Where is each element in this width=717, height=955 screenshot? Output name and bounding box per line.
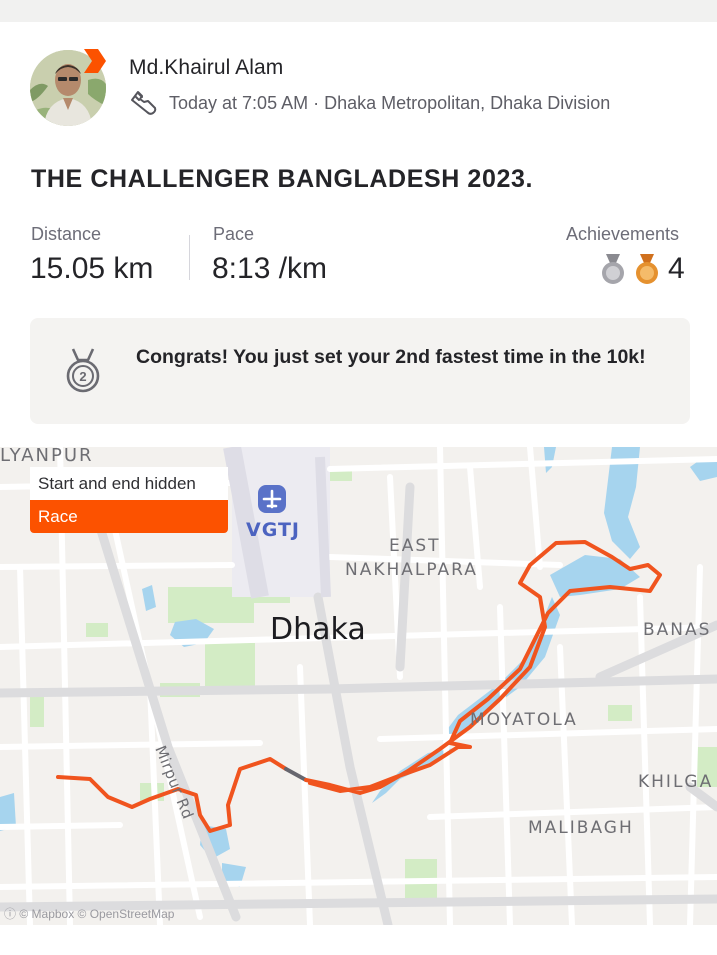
map-label-airport: VGTJ bbox=[246, 519, 300, 541]
pace-label: Pace bbox=[213, 224, 255, 244]
bronze-medal-icon bbox=[636, 254, 658, 284]
achievement-text: Congrats! You just set your 2nd fastest … bbox=[136, 346, 646, 368]
subscriber-badge-icon bbox=[84, 49, 106, 73]
map-label-dhaka: Dhaka bbox=[270, 612, 366, 647]
map-label-khilga: KHILGA bbox=[638, 772, 714, 792]
medal-number: 2 bbox=[79, 369, 86, 384]
map-label-east: EAST bbox=[389, 536, 441, 556]
bottom-strip bbox=[0, 925, 717, 955]
second-place-medal-icon: 2 bbox=[66, 348, 100, 393]
map-label-malibagh: MALIBAGH bbox=[528, 818, 634, 838]
map-attribution[interactable]: ⓘ © Mapbox © OpenStreetMap bbox=[4, 905, 174, 922]
map-label-nakhalpara: NAKHALPARA bbox=[345, 560, 478, 580]
start-end-hidden-chip: Start and end hidden bbox=[30, 467, 228, 500]
map-info-icon[interactable]: ⓘ bbox=[4, 907, 19, 921]
map-label-banas: BANAS bbox=[643, 620, 712, 640]
activity-title[interactable]: THE CHALLENGER BANGLADESH 2023. bbox=[31, 165, 533, 194]
running-shoe-icon bbox=[131, 91, 157, 115]
athlete-name[interactable]: Md.Khairul Alam bbox=[129, 56, 283, 80]
achievements-label: Achievements bbox=[566, 224, 680, 244]
activity-meta: Today at 7:05 AM · Dhaka Metropolitan, D… bbox=[169, 93, 611, 113]
map-label-moyatola: MOYATOLA bbox=[470, 710, 578, 730]
achievements-count: 4 bbox=[668, 252, 685, 285]
race-tag[interactable]: Race bbox=[30, 500, 228, 533]
distance-value: 15.05 km bbox=[30, 252, 154, 285]
silver-medal-icon bbox=[602, 254, 624, 284]
stat-divider bbox=[189, 235, 190, 280]
airport-icon bbox=[258, 485, 286, 513]
distance-label: Distance bbox=[31, 224, 102, 244]
top-strip bbox=[0, 0, 717, 22]
map-label-lyanpur: LYANPUR bbox=[0, 447, 94, 466]
attribution-text: © Mapbox © OpenStreetMap bbox=[19, 907, 175, 921]
achievement-banner[interactable]: 2 Congrats! You just set your 2nd fastes… bbox=[30, 318, 690, 424]
pace-value: 8:13 /km bbox=[212, 252, 328, 285]
